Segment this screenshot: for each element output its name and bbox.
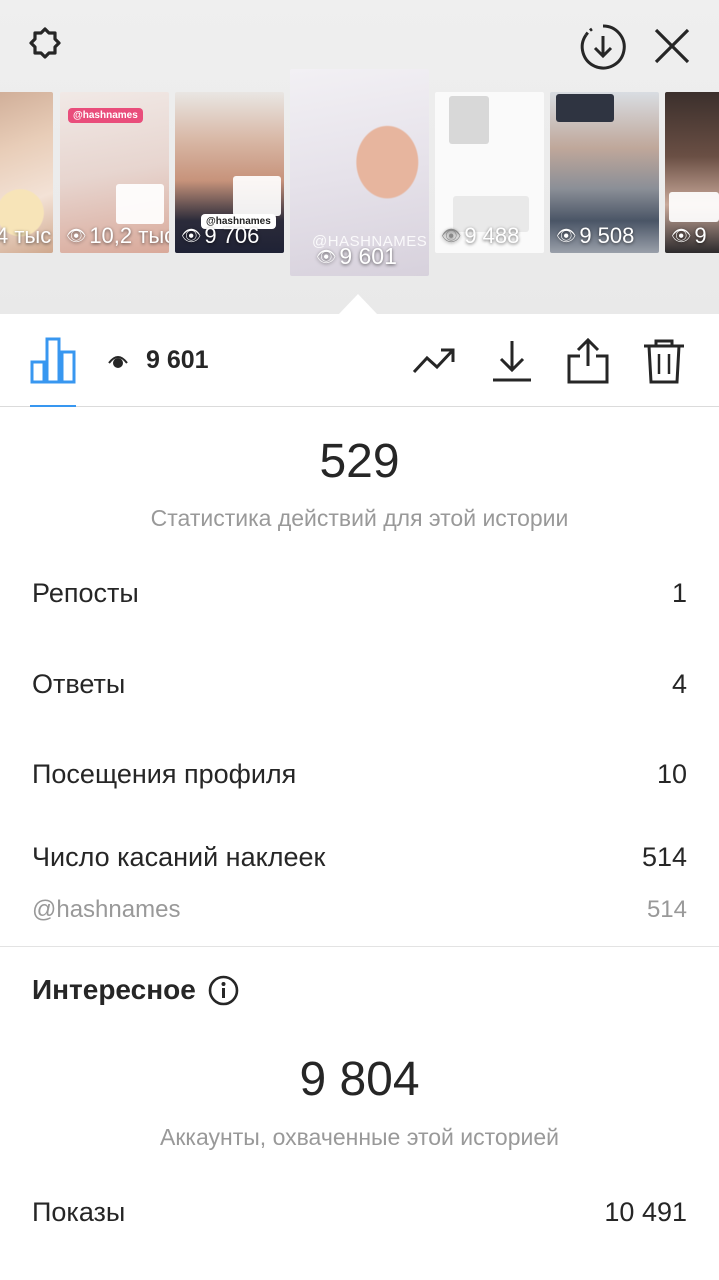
stat-value: 1 <box>671 578 687 608</box>
info-icon[interactable] <box>208 975 239 1006</box>
story-thumbnail[interactable]: 4 тыс <box>0 92 53 253</box>
story-views: 9 <box>694 223 707 248</box>
discovery-header: Интересное <box>32 974 239 1006</box>
stat-value: 4 <box>671 669 687 699</box>
stat-label: Число касаний наклеек <box>32 842 326 872</box>
stat-value: 10 <box>656 759 687 789</box>
story-views: 4 тыс <box>0 223 52 248</box>
sticker-label: @hashnames <box>32 896 181 923</box>
stat-row-reposts: Репосты 1 <box>32 578 687 609</box>
story-strip-header: 4 тыс @hashnames 👁 10,2 тыс @hashnames 👁… <box>0 0 719 314</box>
story-views: 9 508 <box>579 223 635 248</box>
stat-row-sticker-taps: Число касаний наклеек 514 <box>32 842 687 873</box>
story-sticker: @hashnames <box>68 108 143 123</box>
stat-label: Показы <box>32 1197 126 1227</box>
stat-row-impressions: Показы 10 491 <box>32 1197 687 1228</box>
eye-icon: 👁 <box>441 228 462 245</box>
stories-carousel[interactable]: 4 тыс @hashnames 👁 10,2 тыс @hashnames 👁… <box>0 0 719 314</box>
stat-label: Ответы <box>32 669 126 699</box>
stat-row-profile-visits: Посещения профиля 10 <box>32 759 687 790</box>
stat-label: Посещения профиля <box>32 759 297 789</box>
story-thumbnail[interactable]: 👁 9 508 <box>550 92 659 253</box>
section-divider <box>0 946 719 947</box>
reach-caption: Аккаунты, охваченные этой историей <box>160 1124 559 1150</box>
story-thumbnail[interactable]: 👁 9 488 <box>435 92 544 253</box>
reach-total: 9 804 <box>299 1053 420 1106</box>
eye-icon: 👁 <box>316 248 337 266</box>
bar-chart-icon[interactable] <box>30 336 76 384</box>
trending-up-icon[interactable] <box>411 338 457 384</box>
eye-icon: 👁 <box>556 228 577 245</box>
eye-icon: 👁 <box>181 228 202 245</box>
views-number: 9 601 <box>146 346 209 374</box>
active-pointer <box>338 294 378 314</box>
eye-icon: 👁 <box>671 228 692 245</box>
stat-row-sticker-hashnames: @hashnames 514 <box>32 896 687 924</box>
interactions-total: 529 <box>319 435 400 488</box>
sticker-value: 514 <box>646 896 687 923</box>
discovery-title: Интересное <box>32 974 196 1005</box>
story-thumbnail[interactable]: @hashnames 👁 9 706 <box>175 92 284 253</box>
interactions-caption: Статистика действий для этой истории <box>150 505 569 531</box>
share-icon[interactable] <box>565 338 611 384</box>
stat-value: 10 491 <box>604 1197 687 1227</box>
story-thumbnail[interactable]: 👁 9 <box>665 92 719 253</box>
stat-row-replies: Ответы 4 <box>32 669 687 700</box>
story-views: 9 601 <box>339 243 397 269</box>
stat-label: Репосты <box>32 578 139 608</box>
view-count: 9 601 <box>108 346 209 375</box>
stat-value: 514 <box>641 842 687 872</box>
story-views: 10,2 тыс <box>89 223 169 248</box>
active-tab-indicator <box>30 405 76 407</box>
story-views: 9 706 <box>204 223 260 248</box>
eye-icon: 👁 <box>66 228 87 245</box>
eye-icon <box>108 355 128 368</box>
download-icon[interactable] <box>489 338 535 384</box>
story-thumbnail[interactable]: @hashnames 👁 10,2 тыс <box>60 92 169 253</box>
trash-icon[interactable] <box>641 338 687 384</box>
story-views: 9 488 <box>464 223 520 248</box>
insights-toolbar: 9 601 <box>0 314 719 407</box>
story-thumbnail-active[interactable]: @HASHNAMES 👁 9 601 <box>290 69 429 276</box>
